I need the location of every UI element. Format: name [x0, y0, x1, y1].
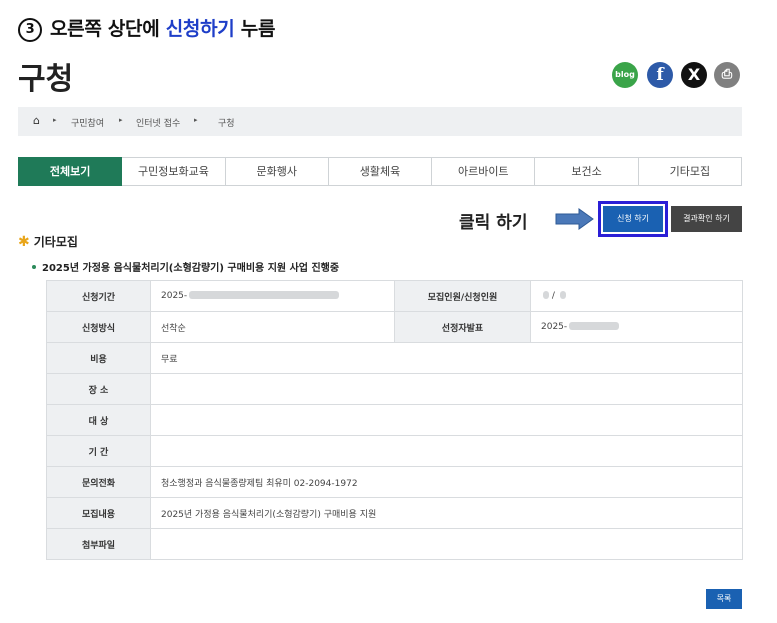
redacted-text	[543, 291, 549, 299]
print-icon[interactable]: ⎙	[714, 62, 740, 88]
apply-button[interactable]: 신청 하기	[603, 206, 663, 232]
breadcrumb-item-current: 구청	[218, 119, 235, 129]
table-row: 첨부파일	[46, 528, 743, 560]
redacted-text	[189, 291, 340, 299]
table-row: 장 소	[46, 373, 743, 405]
capacity-label: 모집인원/신청인원	[394, 280, 531, 312]
breadcrumb-separator-icon: ▸	[194, 116, 198, 124]
redacted-text	[559, 291, 566, 299]
table-row: 문의전화 청소행정과 음식물종량제팀 최유미 02-2094-1972	[46, 466, 743, 498]
table-row: 비용 무료	[46, 342, 743, 374]
breadcrumb-separator-icon: ▸	[119, 116, 123, 124]
period-value: 2025-	[150, 280, 395, 312]
tab-part-time[interactable]: 아르바이트	[432, 157, 536, 186]
period-label: 신청기간	[46, 280, 151, 312]
bullet-icon	[32, 265, 36, 269]
arrow-right-icon	[555, 208, 594, 230]
category-tabs: 전체보기 구민정보화교육 문화행사 생활체육 아르바이트 보건소 기타모집	[18, 157, 742, 186]
duration-label: 기 간	[46, 435, 151, 467]
section-title: ✱ 기타모집	[18, 233, 78, 250]
table-row: 모집내용 2025년 가정용 음식물처리기(소형감량기) 구매비용 지원	[46, 497, 743, 529]
breadcrumb-item[interactable]: 인터넷 접수	[136, 116, 180, 129]
blog-share-icon[interactable]: blog	[612, 62, 638, 88]
target-value	[150, 404, 743, 436]
instruction-heading: 3 오른쪽 상단에 신청하기 누름	[18, 14, 275, 42]
program-info-table: 신청기간 2025- 모집인원/신청인원 / 신청방식 선착순 선정자발표 20…	[46, 280, 743, 560]
tab-other-recruit[interactable]: 기타모집	[638, 157, 742, 186]
fee-value: 무료	[150, 342, 743, 374]
instruction-text: 오른쪽 상단에	[50, 18, 166, 40]
method-value: 선착순	[150, 311, 395, 343]
table-row: 대 상	[46, 404, 743, 436]
breadcrumb-separator-icon: ▸	[53, 116, 57, 124]
home-icon[interactable]: ⌂	[33, 114, 40, 127]
target-label: 대 상	[46, 404, 151, 436]
announce-label: 선정자발표	[394, 311, 531, 343]
content-label: 모집내용	[46, 497, 151, 529]
tab-sports[interactable]: 생활체육	[328, 157, 433, 186]
page-title: 구청	[18, 62, 74, 97]
method-label: 신청방식	[46, 311, 151, 343]
list-button[interactable]: 목록	[706, 589, 742, 609]
capacity-value: /	[530, 280, 743, 312]
attachment-value[interactable]	[150, 528, 743, 560]
attachment-label: 첨부파일	[46, 528, 151, 560]
breadcrumb-item[interactable]: 구민참여	[71, 116, 104, 129]
contact-label: 문의전화	[46, 466, 151, 498]
duration-value	[150, 435, 743, 467]
facebook-share-icon[interactable]: f	[647, 62, 673, 88]
place-value	[150, 373, 743, 405]
program-title: 2025년 가정용 음식물처리기(소형감량기) 구매비용 지원 사업 진행중	[32, 259, 339, 274]
result-check-button[interactable]: 결과확인 하기	[671, 206, 742, 232]
tab-it-education[interactable]: 구민정보화교육	[122, 157, 226, 186]
announce-value: 2025-	[530, 311, 743, 343]
tab-all[interactable]: 전체보기	[18, 157, 123, 186]
instruction-highlight: 신청하기	[165, 18, 235, 40]
program-title-text: 2025년 가정용 음식물처리기(소형감량기) 구매비용 지원 사업 진행중	[42, 263, 340, 274]
x-share-icon[interactable]: X	[681, 62, 707, 88]
table-row: 신청기간 2025- 모집인원/신청인원 /	[46, 280, 743, 312]
contact-value: 청소행정과 음식물종량제팀 최유미 02-2094-1972	[150, 466, 743, 498]
table-row: 신청방식 선착순 선정자발표 2025-	[46, 311, 743, 343]
click-annotation-label: 클릭 하기	[459, 213, 528, 233]
table-row: 기 간	[46, 435, 743, 467]
place-label: 장 소	[46, 373, 151, 405]
star-icon: ✱	[18, 234, 30, 250]
instruction-text-end: 누름	[234, 18, 276, 40]
redacted-text	[569, 322, 620, 330]
content-value: 2025년 가정용 음식물처리기(소형감량기) 구매비용 지원	[150, 497, 743, 529]
breadcrumb: ⌂ ▸ 구민참여 ▸ 인터넷 접수 ▸ 구청	[18, 107, 742, 136]
section-title-text: 기타모집	[33, 235, 78, 249]
tab-health-center[interactable]: 보건소	[535, 157, 639, 186]
fee-label: 비용	[46, 342, 151, 374]
tab-culture-events[interactable]: 문화행사	[225, 157, 329, 186]
step-number: 3	[18, 18, 42, 42]
